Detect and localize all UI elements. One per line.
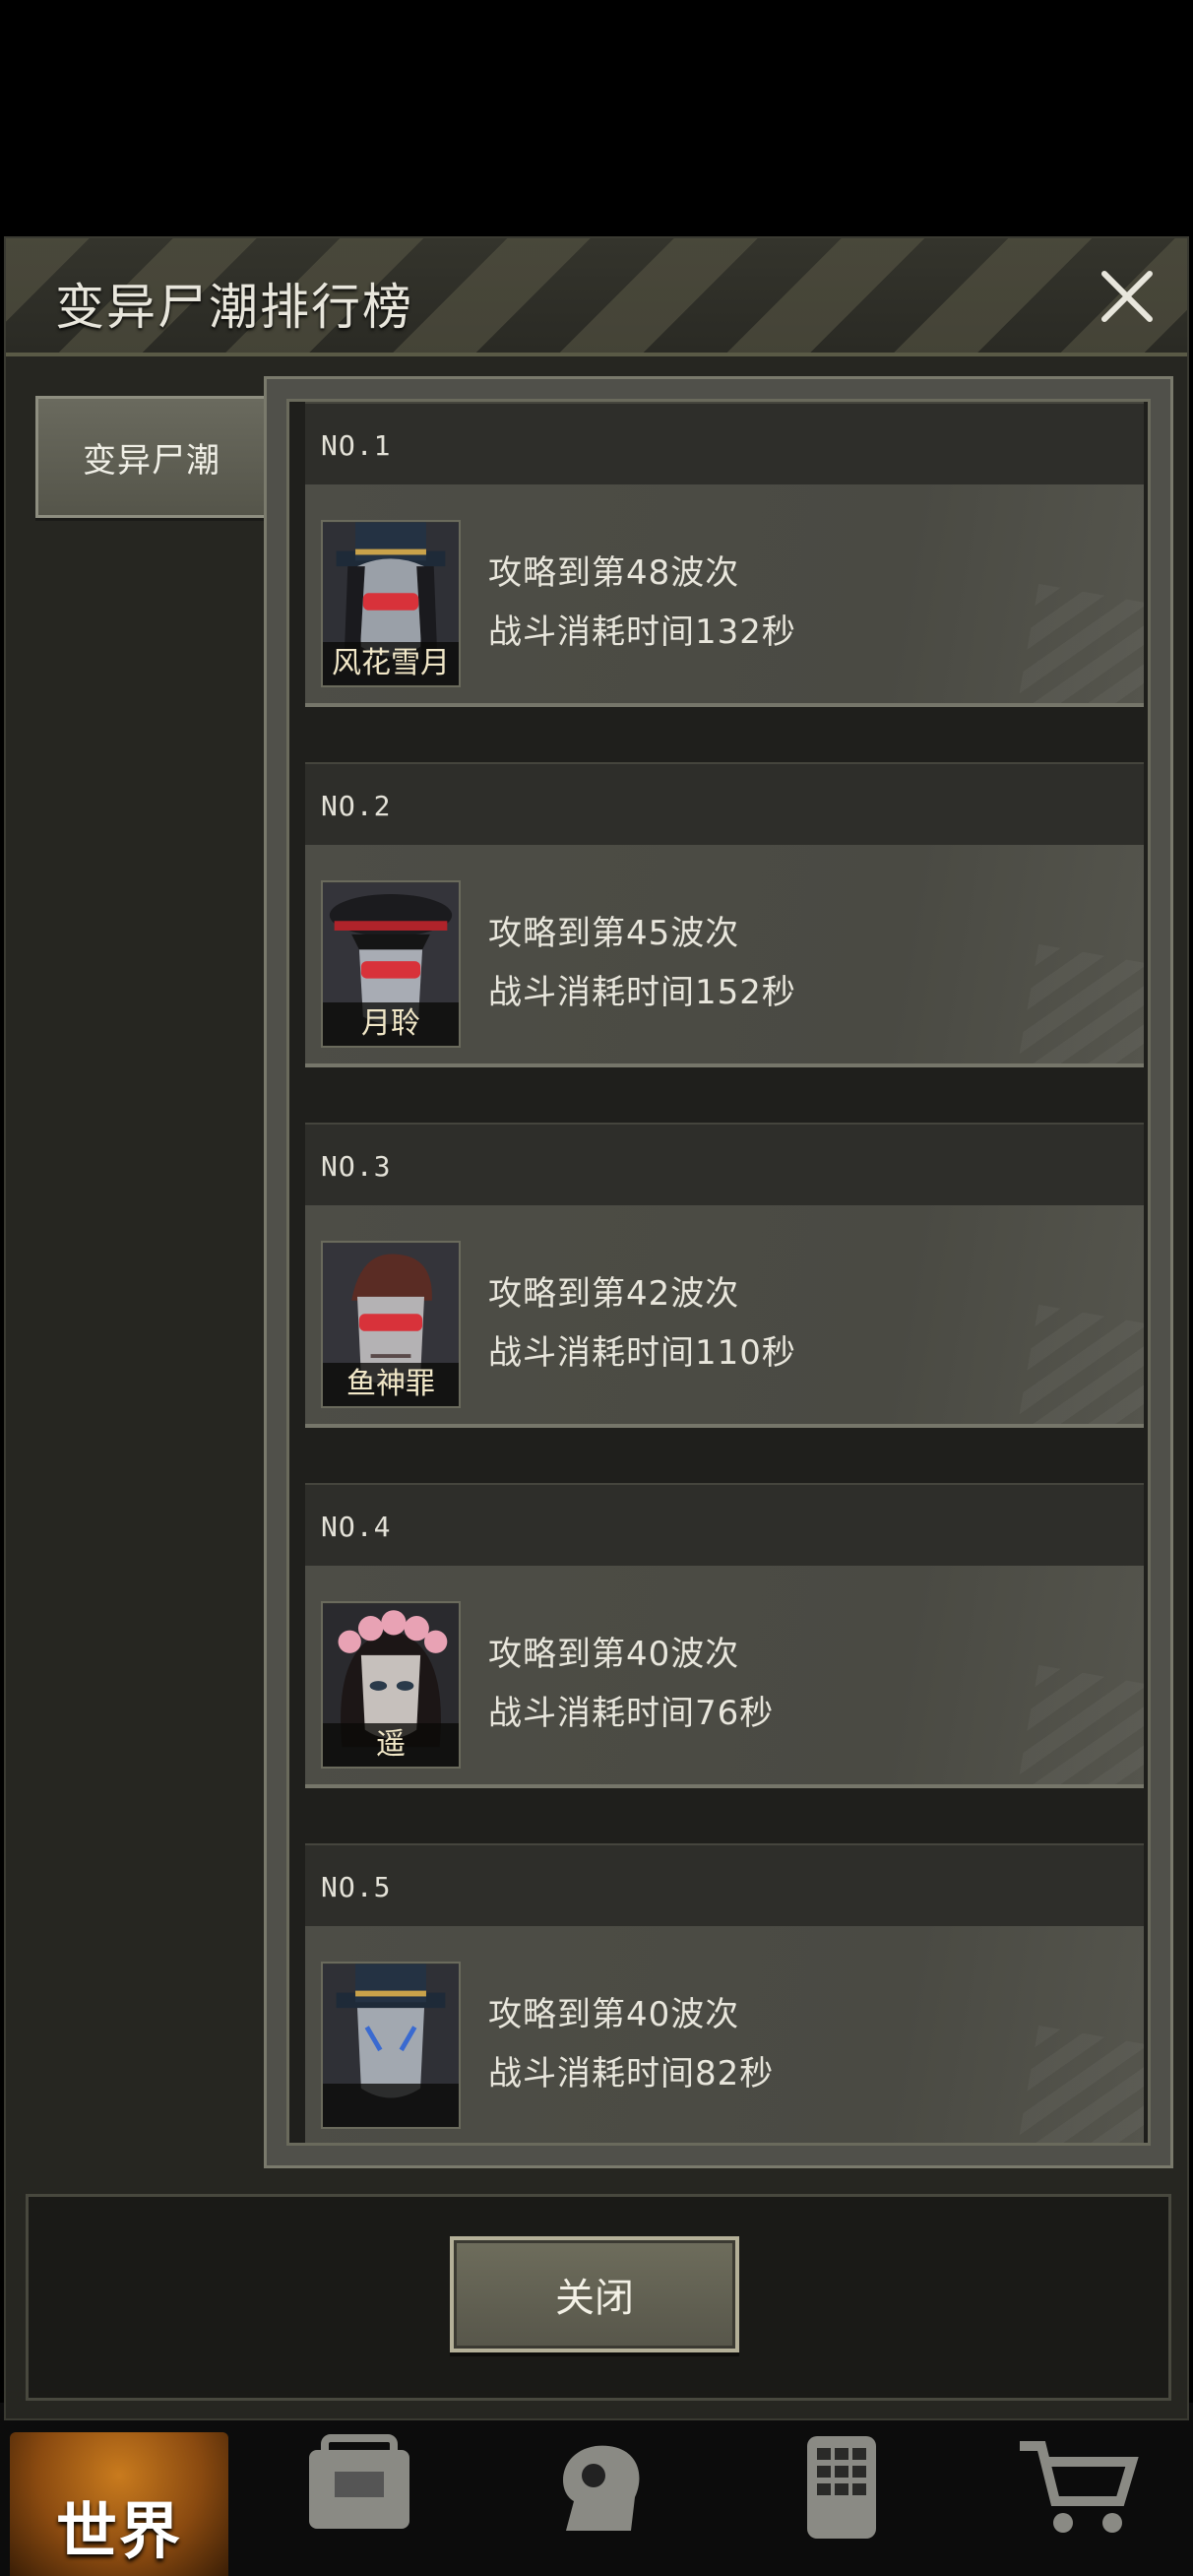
- close-button[interactable]: 关闭: [450, 2236, 739, 2352]
- avatar[interactable]: 月聆: [321, 880, 461, 1048]
- wave-progress-text: 攻略到第42波次: [488, 1274, 740, 1314]
- rank-number: NO.3: [321, 1150, 392, 1183]
- dialog-footer: 关闭: [26, 2194, 1171, 2401]
- rank-number: NO.1: [321, 429, 392, 462]
- ranking-list-frame: NO.1 风花雪月 攻略到第48波次 战斗消耗时间132秒 NO.2 月聆 攻略…: [264, 376, 1173, 2168]
- ranking-header: NO.2: [305, 762, 1144, 847]
- battle-time-text: 战斗消耗时间82秒: [488, 2054, 775, 2093]
- ranking-item: NO.2 月聆 攻略到第45波次 战斗消耗时间152秒: [305, 762, 1144, 1071]
- rank-number: NO.5: [321, 1871, 392, 1903]
- wave-progress-text: 攻略到第40波次: [488, 1635, 740, 1674]
- nav-tab-world[interactable]: 世界: [10, 2432, 228, 2576]
- wave-progress-text: 攻略到第40波次: [488, 1995, 740, 2034]
- battle-time-text: 战斗消耗时间110秒: [488, 1333, 796, 1373]
- nav-tab-world-label: 世界: [55, 2495, 182, 2567]
- battle-time-text: 战斗消耗时间132秒: [488, 612, 796, 652]
- ranking-header: NO.1: [305, 402, 1144, 486]
- player-name: 遥: [323, 1723, 459, 1767]
- close-icon[interactable]: [1095, 264, 1160, 329]
- bottom-nav: 世界: [0, 2403, 1193, 2576]
- avatar[interactable]: 遥: [321, 1601, 461, 1769]
- player-name: 鱼神罪: [323, 1363, 459, 1406]
- player-name: 风花雪月: [323, 642, 459, 685]
- ranking-item: NO.4 遥 攻略到第40波次 战斗消耗时间76秒: [305, 1483, 1144, 1792]
- wave-progress-text: 攻略到第45波次: [488, 914, 740, 953]
- ranking-body: 月聆 攻略到第45波次 战斗消耗时间152秒: [305, 845, 1144, 1067]
- avatar[interactable]: 风花雪月: [321, 520, 461, 687]
- ranking-header: NO.3: [305, 1123, 1144, 1207]
- ranking-item: NO.3 鱼神罪 攻略到第42波次 战斗消耗时间110秒: [305, 1123, 1144, 1432]
- rank-number: NO.2: [321, 790, 392, 822]
- player-name: 月聆: [323, 1002, 459, 1046]
- backpack-icon[interactable]: [295, 2432, 423, 2541]
- ranking-body: 风花雪月 攻略到第48波次 战斗消耗时间132秒: [305, 484, 1144, 707]
- ranking-item: NO.1 风花雪月 攻略到第48波次 战斗消耗时间132秒: [305, 402, 1144, 711]
- tab-column: 变异尸潮: [35, 396, 272, 518]
- ranking-item: NO.5 攻略到第40波次 战斗消耗时间82秒: [305, 1843, 1144, 2143]
- dialog-header: 变异尸潮排行榜: [6, 238, 1187, 356]
- ranking-body: 鱼神罪 攻略到第42波次 战斗消耗时间110秒: [305, 1205, 1144, 1428]
- tab-label: 变异尸潮: [83, 440, 220, 481]
- phone-icon[interactable]: [778, 2432, 906, 2541]
- tab-mutant-horde[interactable]: 变异尸潮: [35, 396, 268, 518]
- ranking-body: 遥 攻略到第40波次 战斗消耗时间76秒: [305, 1566, 1144, 1788]
- battle-time-text: 战斗消耗时间76秒: [488, 1694, 775, 1733]
- screen: 世界 变异尸潮排行榜 变异尸潮 NO.1 风花雪月 攻略到第48波次 战斗消耗时…: [0, 0, 1193, 2576]
- ranking-header: NO.5: [305, 1843, 1144, 1928]
- avatar[interactable]: [321, 1962, 461, 2129]
- leaderboard-dialog: 变异尸潮排行榜 变异尸潮 NO.1 风花雪月 攻略到第48波次 战斗消耗时间13…: [4, 236, 1189, 2420]
- ranking-body: 攻略到第40波次 战斗消耗时间82秒: [305, 1926, 1144, 2143]
- rank-number: NO.4: [321, 1511, 392, 1543]
- dialog-title: 变异尸潮排行榜: [55, 279, 413, 336]
- head-gear-icon[interactable]: [536, 2432, 664, 2541]
- close-button-label: 关闭: [555, 2276, 634, 2321]
- ranking-list[interactable]: NO.1 风花雪月 攻略到第48波次 战斗消耗时间132秒 NO.2 月聆 攻略…: [286, 399, 1151, 2146]
- battle-time-text: 战斗消耗时间152秒: [488, 973, 796, 1012]
- avatar[interactable]: 鱼神罪: [321, 1241, 461, 1408]
- ranking-header: NO.4: [305, 1483, 1144, 1568]
- wave-progress-text: 攻略到第48波次: [488, 553, 740, 593]
- player-name: [323, 2084, 459, 2127]
- cart-icon[interactable]: [1014, 2432, 1142, 2541]
